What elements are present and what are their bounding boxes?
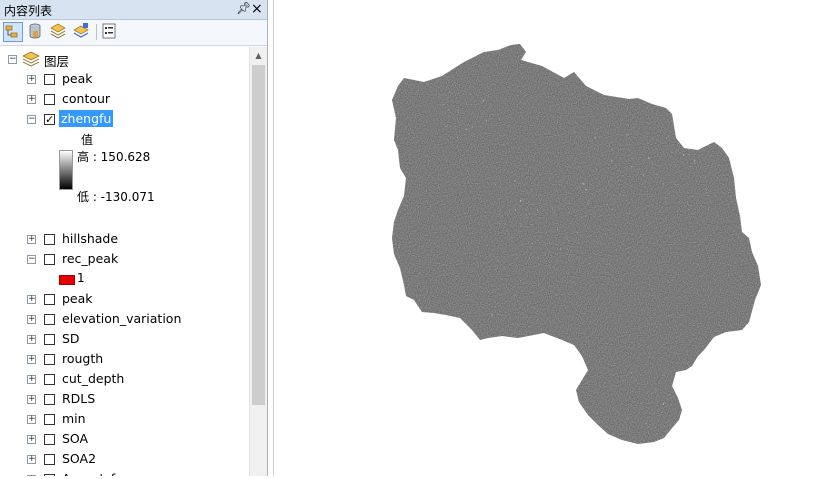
layer-row[interactable]: + SD (0, 329, 250, 349)
layer-row[interactable]: + contour (0, 89, 250, 109)
layer-visibility-checkbox[interactable] (44, 454, 55, 465)
pin-icon[interactable]: 📌︎ (236, 1, 251, 15)
layer-row[interactable]: + rougth (0, 349, 250, 369)
list-by-source-icon[interactable] (26, 22, 46, 42)
expand-toggle-icon[interactable]: + (27, 335, 36, 344)
list-by-selection-icon[interactable] (72, 22, 92, 42)
layer-row[interactable]: − rec_peak (0, 249, 250, 269)
layers-group-icon (22, 51, 40, 70)
expand-toggle-icon[interactable]: + (27, 95, 36, 104)
layer-visibility-checkbox[interactable] (44, 294, 55, 305)
layer-row[interactable]: + SOA (0, 429, 250, 449)
collapse-toggle-icon[interactable]: − (8, 55, 17, 64)
layer-name-label[interactable]: zhengfu (59, 110, 114, 127)
layer-name-label[interactable]: rougth (62, 351, 103, 366)
layer-visibility-checkbox[interactable] (44, 374, 55, 385)
layer-name-label[interactable]: SD (62, 331, 80, 346)
toolbar-separator (96, 24, 97, 40)
layer-row[interactable]: + RDLS (0, 389, 250, 409)
layer-name-label[interactable]: hillshade (62, 231, 118, 246)
layer-name-label[interactable]: cut_depth (62, 371, 124, 386)
layer-visibility-checkbox[interactable] (44, 354, 55, 365)
legend-field-label: 值 (81, 133, 94, 147)
layer-name-label[interactable]: elevation_variation (62, 311, 181, 326)
layer-visibility-checkbox[interactable] (44, 74, 55, 85)
expand-toggle-icon[interactable]: + (27, 455, 36, 464)
layer-row[interactable]: + cut_depth (0, 369, 250, 389)
layer-visibility-checkbox[interactable] (44, 434, 55, 445)
layer-name-label[interactable]: SOA2 (62, 451, 96, 466)
layers-root-label: 图层 (44, 54, 70, 69)
legend-low-value: 低 : -130.071 (77, 190, 155, 204)
layer-visibility-checkbox[interactable] (44, 394, 55, 405)
layer-row[interactable]: + min (0, 409, 250, 429)
expand-toggle-icon[interactable]: + (27, 235, 36, 244)
layer-visibility-checkbox[interactable] (44, 94, 55, 105)
layer-row[interactable]: + SOA2 (0, 449, 250, 469)
options-icon[interactable] (100, 22, 120, 42)
layer-row[interactable]: +Aspect_f (0, 469, 250, 476)
collapse-toggle-icon[interactable]: − (27, 115, 36, 124)
layer-name-label[interactable]: contour (62, 91, 110, 106)
layer-row[interactable]: − ✓ zhengfu (0, 109, 250, 129)
layer-name-label[interactable]: SOA (62, 431, 88, 446)
list-by-drawing-order-icon[interactable] (3, 22, 23, 42)
layer-name-label[interactable]: Aspect_f (62, 471, 115, 476)
layer-name-label[interactable]: RDLS (62, 391, 95, 406)
layer-row[interactable]: + peak (0, 69, 250, 89)
layer-row[interactable]: + hillshade (0, 229, 250, 249)
toc-title: 内容列表 (4, 4, 53, 18)
expand-toggle-icon[interactable]: + (27, 395, 36, 404)
expand-toggle-icon[interactable]: + (27, 435, 36, 444)
expand-toggle-icon[interactable]: + (27, 315, 36, 324)
expand-toggle-icon[interactable]: + (27, 415, 36, 424)
layer-visibility-checkbox[interactable] (44, 314, 55, 325)
layer-visibility-checkbox[interactable] (44, 254, 55, 265)
legend-high-value: 高 : 150.628 (77, 150, 151, 164)
scrollbar-thumb[interactable] (252, 65, 265, 405)
vertical-scrollbar[interactable]: ▲ (249, 47, 267, 476)
toc-title-bar: 内容列表 📌︎ × (0, 0, 267, 20)
table-of-contents-panel: 内容列表 📌︎ × − 图层 + peak + contour − ✓ zhengfu + hill… (0, 0, 268, 476)
layer-name-label[interactable]: peak (62, 71, 93, 86)
toc-toolbar (0, 20, 267, 46)
layer-name-label[interactable]: min (62, 411, 86, 426)
layer-row[interactable]: + elevation_variation (0, 309, 250, 329)
layer-tree: − 图层 + peak + contour − ✓ zhengfu + hillshade − rec_… (0, 47, 250, 476)
legend-class-value: 1 (77, 271, 85, 285)
close-icon[interactable]: × (251, 0, 263, 18)
layer-row[interactable]: + peak (0, 289, 250, 309)
scroll-up-icon[interactable]: ▲ (250, 47, 267, 64)
legend-color-swatch (59, 275, 75, 285)
layers-root-row[interactable]: − 图层 (0, 49, 250, 69)
list-by-visibility-icon[interactable] (49, 22, 69, 42)
color-ramp-swatch (59, 150, 73, 190)
layer-visibility-checkbox[interactable] (44, 234, 55, 245)
expand-toggle-icon[interactable]: + (27, 375, 36, 384)
map-view[interactable] (273, 0, 821, 476)
expand-toggle-icon[interactable]: + (27, 355, 36, 364)
expand-toggle-icon[interactable]: + (27, 295, 36, 304)
map-canvas (392, 44, 761, 444)
layer-name-label[interactable]: rec_peak (62, 251, 118, 266)
layer-name-label[interactable]: peak (62, 291, 93, 306)
layer-visibility-checkbox[interactable] (44, 414, 55, 425)
layer-visibility-checkbox[interactable]: ✓ (44, 114, 55, 125)
layer-visibility-checkbox[interactable] (44, 334, 55, 345)
expand-toggle-icon[interactable]: + (27, 75, 36, 84)
collapse-toggle-icon[interactable]: − (27, 255, 36, 264)
